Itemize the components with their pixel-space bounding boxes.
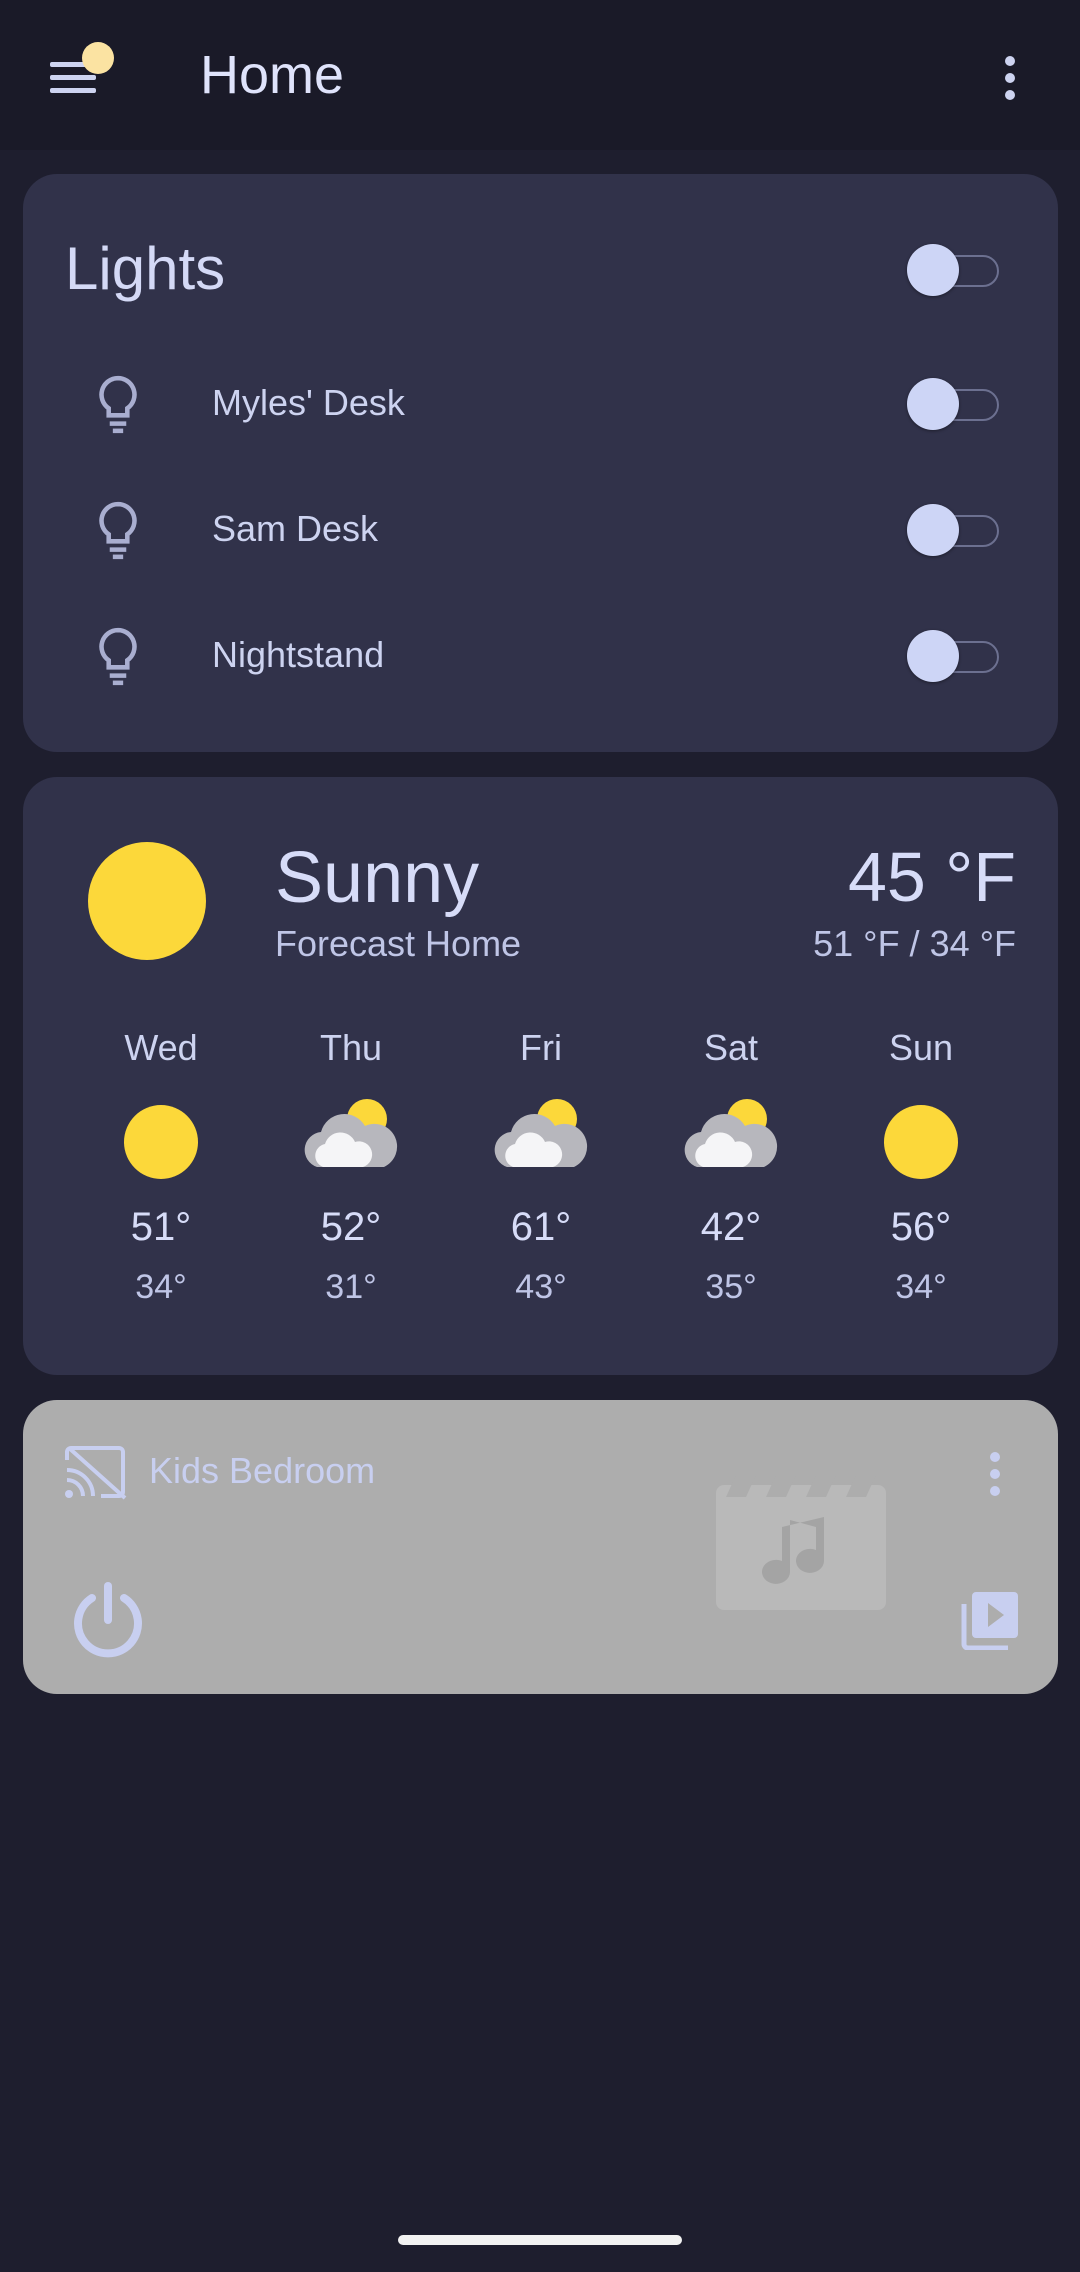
high-low-temperature: 51 °F / 34 °F <box>813 923 1016 964</box>
forecast-low: 34° <box>895 1268 947 1306</box>
light-toggle[interactable] <box>907 502 1003 558</box>
forecast-day: Sat 42° 35° <box>661 1027 801 1307</box>
forecast-high: 61° <box>510 1205 572 1249</box>
weather-condition: Sunny <box>275 838 480 918</box>
forecast-low: 43° <box>515 1268 567 1306</box>
overflow-menu-button[interactable] <box>990 50 1030 106</box>
partly-cloudy-icon <box>684 1099 778 1167</box>
weather-card[interactable]: Sunny Forecast Home 45 °F 51 °F / 34 °F … <box>23 777 1058 1375</box>
more-vert-icon <box>1005 56 1015 66</box>
more-vert-icon <box>990 1469 1000 1479</box>
menu-button[interactable] <box>40 40 120 120</box>
forecast-high: 56° <box>890 1205 952 1249</box>
media-player-card[interactable]: Kids Bedroom <box>23 1400 1058 1694</box>
menu-icon-line <box>50 75 96 80</box>
cast-off-icon <box>65 1446 127 1500</box>
forecast-low: 35° <box>705 1268 757 1306</box>
sunny-icon <box>884 1105 958 1179</box>
partly-cloudy-icon <box>494 1099 588 1167</box>
light-label: Nightstand <box>212 634 385 675</box>
forecast-day-name: Sat <box>703 1027 759 1068</box>
light-toggle[interactable] <box>907 628 1003 684</box>
forecast-day-name: Fri <box>520 1027 562 1068</box>
light-label: Sam Desk <box>212 508 379 549</box>
current-temperature: 45 °F <box>847 838 1016 916</box>
forecast-day-name: Wed <box>124 1027 198 1068</box>
light-label: Myles' Desk <box>212 382 405 423</box>
forecast-low: 31° <box>325 1268 377 1306</box>
top-app-bar: Home <box>0 0 1080 150</box>
media-player-name: Kids Bedroom <box>149 1450 376 1491</box>
sunny-icon <box>124 1105 198 1179</box>
more-vert-icon <box>990 1452 1000 1462</box>
lightbulb-icon <box>99 375 137 434</box>
forecast-day: Wed 51° 34° <box>91 1027 231 1307</box>
video-library-button[interactable] <box>960 1590 1020 1650</box>
notification-dot-icon <box>82 42 114 74</box>
forecast-day: Fri 61° 43° <box>471 1027 611 1307</box>
menu-icon-line <box>50 88 96 93</box>
lightbulb-icon <box>99 501 137 560</box>
media-more-button[interactable] <box>983 1450 1007 1500</box>
forecast-day-name: Thu <box>319 1027 383 1068</box>
more-vert-icon <box>1005 90 1015 100</box>
forecast-day: Sun 56° 34° <box>851 1027 991 1307</box>
forecast-high: 42° <box>700 1205 762 1249</box>
lightbulb-icon <box>99 627 137 686</box>
power-button[interactable] <box>68 1580 148 1660</box>
lights-card-title: Lights <box>65 235 226 302</box>
forecast-day: Thu 52° 31° <box>281 1027 421 1307</box>
more-vert-icon <box>1005 73 1015 83</box>
light-row-nightstand[interactable]: Nightstand <box>23 606 1058 706</box>
lights-group-toggle[interactable] <box>907 242 1003 298</box>
page-title: Home <box>200 45 345 105</box>
gesture-home-indicator[interactable] <box>398 2235 682 2245</box>
light-row-myles-desk[interactable]: Myles' Desk <box>23 354 1058 454</box>
partly-cloudy-icon <box>304 1099 398 1167</box>
movie-music-icon <box>716 1475 886 1610</box>
lights-card: Lights Myles' Desk Sam Desk Nightstand <box>23 174 1058 752</box>
light-toggle[interactable] <box>907 376 1003 432</box>
sunny-icon <box>88 842 206 960</box>
forecast-low: 34° <box>135 1268 187 1306</box>
forecast-day-name: Sun <box>888 1027 954 1068</box>
light-row-sam-desk[interactable]: Sam Desk <box>23 480 1058 580</box>
forecast-high: 52° <box>320 1205 382 1249</box>
more-vert-icon <box>990 1486 1000 1496</box>
forecast-high: 51° <box>130 1205 192 1249</box>
weather-location: Forecast Home <box>275 923 522 964</box>
